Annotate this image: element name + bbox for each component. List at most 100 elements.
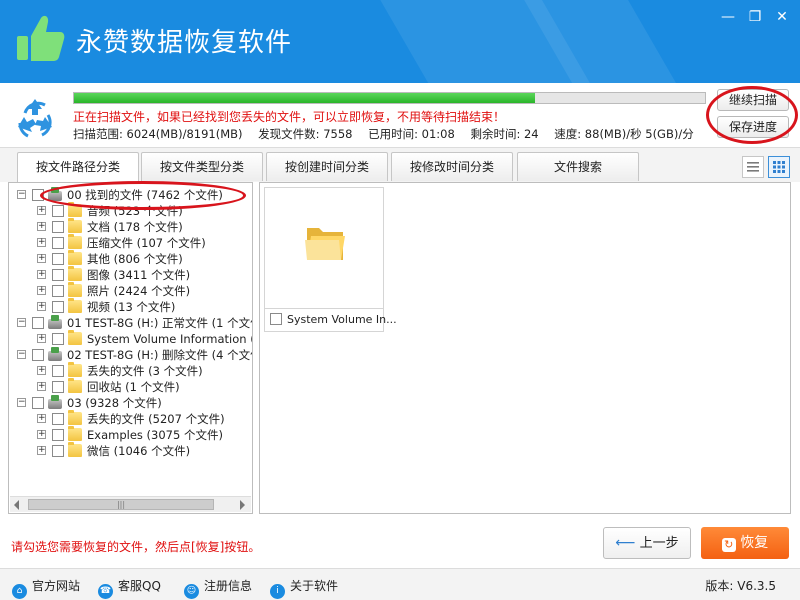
- tree-checkbox[interactable]: [32, 397, 44, 409]
- tab-by-path[interactable]: 按文件路径分类: [17, 152, 139, 182]
- expand-icon[interactable]: +: [37, 446, 46, 455]
- tree-checkbox[interactable]: [32, 189, 44, 201]
- about-software-label: 关于软件: [290, 579, 339, 593]
- info-icon: i: [270, 584, 285, 599]
- about-software-link[interactable]: i 关于软件: [270, 577, 338, 599]
- expand-icon[interactable]: +: [37, 430, 46, 439]
- maximize-button[interactable]: ❐: [745, 8, 765, 26]
- tree-row[interactable]: + 图像 (3411 个文件): [9, 266, 252, 283]
- tree-row[interactable]: + 其他 (806 个文件): [9, 250, 252, 267]
- tree-row-label: 03 (9328 个文件): [67, 396, 162, 410]
- expand-icon[interactable]: +: [37, 206, 46, 215]
- collapse-icon[interactable]: −: [17, 350, 26, 359]
- expand-icon[interactable]: +: [37, 222, 46, 231]
- folder-icon: [68, 282, 82, 297]
- tree-checkbox[interactable]: [52, 205, 64, 217]
- footer-bar: ⌂ 官方网站 ☎ 客服QQ ☺ 注册信息 i 关于软件 版本: V6.3.5: [0, 568, 800, 600]
- previous-step-label: 上一步: [639, 536, 679, 551]
- minimize-button[interactable]: —: [718, 8, 738, 26]
- tree-checkbox[interactable]: [52, 445, 64, 457]
- tree-row[interactable]: + 音频 (523 个文件): [9, 202, 252, 219]
- folder-icon: [68, 218, 82, 233]
- tab-by-type[interactable]: 按文件类型分类: [141, 152, 263, 181]
- collapse-icon[interactable]: −: [17, 318, 26, 327]
- expand-icon[interactable]: +: [37, 382, 46, 391]
- official-site-link[interactable]: ⌂ 官方网站: [12, 577, 80, 599]
- expand-icon[interactable]: +: [37, 334, 46, 343]
- tree-row-label: Examples (3075 个文件): [87, 428, 223, 442]
- tab-by-created-time[interactable]: 按创建时间分类: [266, 152, 388, 181]
- tree-row[interactable]: + Examples (3075 个文件): [9, 426, 252, 443]
- tree-checkbox[interactable]: [52, 237, 64, 249]
- tree-checkbox[interactable]: [52, 285, 64, 297]
- recover-button[interactable]: ↻ 恢复: [701, 527, 789, 559]
- grid-view-button[interactable]: [768, 156, 790, 178]
- registration-info-link[interactable]: ☺ 注册信息: [184, 577, 252, 599]
- tree-row[interactable]: + 丢失的文件 (5207 个文件): [9, 410, 252, 427]
- tree-row-label: 照片 (2424 个文件): [87, 284, 191, 298]
- elapsed-time: 已用时间: 01:08: [368, 127, 455, 141]
- expand-icon[interactable]: +: [37, 286, 46, 295]
- expand-icon[interactable]: +: [37, 414, 46, 423]
- tree-checkbox[interactable]: [52, 381, 64, 393]
- tree-row[interactable]: + 照片 (2424 个文件): [9, 282, 252, 299]
- tree-row[interactable]: − 03 (9328 个文件): [9, 395, 252, 411]
- expand-icon[interactable]: +: [37, 270, 46, 279]
- file-item[interactable]: System Volume In...: [264, 187, 397, 332]
- scroll-right-arrow-icon[interactable]: [240, 500, 245, 510]
- tree-checkbox[interactable]: [52, 301, 64, 313]
- tree-row[interactable]: − 02 TEST-8G (H:) 删除文件 (4 个文件): [9, 347, 252, 363]
- scroll-left-arrow-icon[interactable]: [14, 500, 19, 510]
- tree-checkbox[interactable]: [52, 253, 64, 265]
- refresh-icon: ↻: [721, 538, 736, 552]
- folder-icon: [68, 234, 82, 249]
- tree-checkbox[interactable]: [52, 221, 64, 233]
- title-bar: 永赞数据恢复软件 — ❐ ✕: [0, 0, 800, 83]
- tab-file-search[interactable]: 文件搜索: [517, 152, 639, 181]
- list-view-button[interactable]: [742, 156, 764, 178]
- scroll-thumb[interactable]: |||: [28, 499, 214, 510]
- previous-step-button[interactable]: ⟵ 上一步: [603, 527, 691, 559]
- customer-service-qq-link[interactable]: ☎ 客服QQ: [98, 577, 161, 599]
- tree-checkbox[interactable]: [32, 349, 44, 361]
- collapse-icon[interactable]: −: [17, 398, 26, 407]
- tree-row-label: 回收站 (1 个文件): [87, 380, 180, 394]
- continue-scan-button[interactable]: 继续扫描: [717, 89, 789, 111]
- tree-row[interactable]: − 00 找到的文件 (7462 个文件): [9, 187, 252, 203]
- tree-checkbox[interactable]: [32, 317, 44, 329]
- tree-row[interactable]: + 视频 (13 个文件): [9, 298, 252, 315]
- tree-row-label: 文档 (178 个文件): [87, 220, 183, 234]
- expand-icon[interactable]: +: [37, 238, 46, 247]
- tree-checkbox[interactable]: [52, 429, 64, 441]
- drive-icon: [48, 187, 62, 201]
- tree-horizontal-scrollbar[interactable]: |||: [10, 496, 251, 512]
- tree-row[interactable]: + 回收站 (1 个文件): [9, 378, 252, 395]
- file-view-panel: System Volume In...: [259, 182, 791, 514]
- tree-row[interactable]: + 压缩文件 (107 个文件): [9, 234, 252, 251]
- tab-by-modified-time[interactable]: 按修改时间分类: [391, 152, 513, 181]
- expand-icon[interactable]: +: [37, 302, 46, 311]
- tree-row[interactable]: − 01 TEST-8G (H:) 正常文件 (1 个文件): [9, 315, 252, 331]
- folder-icon: [68, 426, 82, 441]
- tree-row[interactable]: + 文档 (178 个文件): [9, 218, 252, 235]
- scan-progress-bar: [73, 92, 706, 104]
- tree-row[interactable]: + 丢失的文件 (3 个文件): [9, 362, 252, 379]
- tree-checkbox[interactable]: [52, 413, 64, 425]
- tree-checkbox[interactable]: [52, 269, 64, 281]
- folder-icon: [68, 442, 82, 457]
- save-progress-button[interactable]: 保存进度: [717, 116, 789, 138]
- close-button[interactable]: ✕: [772, 8, 792, 26]
- tree-checkbox[interactable]: [52, 333, 64, 345]
- tree-row[interactable]: + System Volume Information (1 个文件): [9, 330, 252, 347]
- arrow-left-icon: ⟵: [615, 535, 636, 551]
- expand-icon[interactable]: +: [37, 254, 46, 263]
- collapse-icon[interactable]: −: [17, 190, 26, 199]
- folder-tree-panel: − 00 找到的文件 (7462 个文件) + 音频 (523 个文件) + 文档 (17…: [8, 182, 253, 514]
- tree-row[interactable]: + 微信 (1046 个文件): [9, 442, 252, 459]
- tree-row-label: 压缩文件 (107 个文件): [87, 236, 206, 250]
- file-checkbox[interactable]: [270, 313, 282, 325]
- tree-checkbox[interactable]: [52, 365, 64, 377]
- tree-row-label: 图像 (3411 个文件): [87, 268, 191, 282]
- files-found: 发现文件数: 7558: [258, 127, 353, 141]
- expand-icon[interactable]: +: [37, 366, 46, 375]
